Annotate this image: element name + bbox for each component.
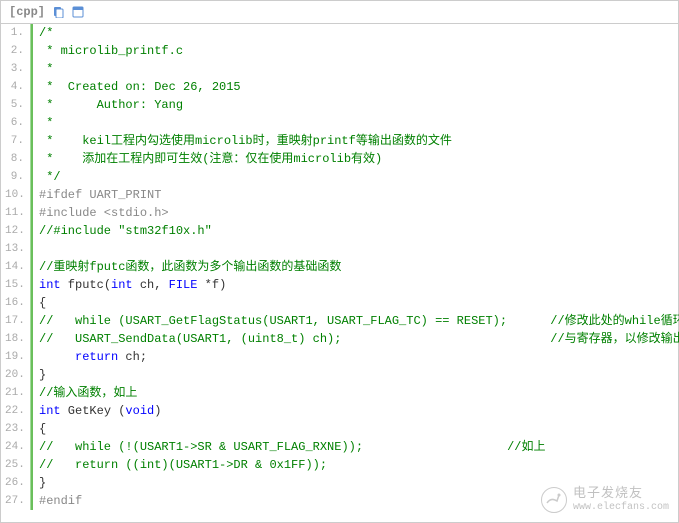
code-line: * 添加在工程内即可生效(注意：仅在使用microlib有效) [39, 150, 679, 168]
code-line: return ch; [39, 348, 679, 366]
line-number: 4. [5, 78, 24, 96]
code-line: * [39, 60, 679, 78]
code-line: } [39, 474, 679, 492]
header: [cpp] [1, 1, 678, 24]
code-content: /* * microlib_printf.c * * Created on: D… [31, 24, 679, 510]
line-number: 16. [5, 294, 24, 312]
code-line: #endif [39, 492, 679, 510]
code-line: * Created on: Dec 26, 2015 [39, 78, 679, 96]
line-number: 10. [5, 186, 24, 204]
code-line: //#include "stm32f10x.h" [39, 222, 679, 240]
code-line: * [39, 114, 679, 132]
line-number: 13. [5, 240, 24, 258]
line-gutter: 1.2.3.4.5.6.7.8.9.10.11.12.13.14.15.16.1… [1, 24, 31, 510]
code-line: #include <stdio.h> [39, 204, 679, 222]
line-number: 24. [5, 438, 24, 456]
code-line: #ifdef UART_PRINT [39, 186, 679, 204]
code-line: // while (!(USART1->SR & USART_FLAG_RXNE… [39, 438, 679, 456]
code-line: } [39, 366, 679, 384]
code-viewer: [cpp] 1.2.3.4.5.6.7.8.9.10.11.12.13.14.1… [0, 0, 679, 523]
code-line: int fputc(int ch, FILE *f) [39, 276, 679, 294]
line-number: 5. [5, 96, 24, 114]
language-tag: [cpp] [9, 5, 45, 19]
code-line: */ [39, 168, 679, 186]
code-line: // USART_SendData(USART1, (uint8_t) ch);… [39, 330, 679, 348]
line-number: 15. [5, 276, 24, 294]
line-number: 22. [5, 402, 24, 420]
code-line: //重映射fputc函数，此函数为多个输出函数的基础函数 [39, 258, 679, 276]
line-number: 3. [5, 60, 24, 78]
line-number: 12. [5, 222, 24, 240]
code-line: //输入函数，如上 [39, 384, 679, 402]
line-number: 17. [5, 312, 24, 330]
copy-icon[interactable] [51, 5, 65, 19]
line-number: 14. [5, 258, 24, 276]
code-line: // return ((int)(USART1->DR & 0x1FF)); [39, 456, 679, 474]
line-number: 26. [5, 474, 24, 492]
line-number: 23. [5, 420, 24, 438]
line-number: 18. [5, 330, 24, 348]
code-line [39, 240, 679, 258]
line-number: 8. [5, 150, 24, 168]
code-line: int GetKey (void) [39, 402, 679, 420]
code-line: { [39, 294, 679, 312]
line-number: 20. [5, 366, 24, 384]
code-line: * Author: Yang [39, 96, 679, 114]
line-number: 27. [5, 492, 24, 510]
code-line: * keil工程内勾选使用microlib时，重映射printf等输出函数的文件 [39, 132, 679, 150]
code-line: /* [39, 24, 679, 42]
code-area: 1.2.3.4.5.6.7.8.9.10.11.12.13.14.15.16.1… [1, 24, 678, 510]
code-line: // while (USART_GetFlagStatus(USART1, US… [39, 312, 679, 330]
line-number: 19. [5, 348, 24, 366]
line-number: 11. [5, 204, 24, 222]
view-icon[interactable] [71, 5, 85, 19]
line-number: 2. [5, 42, 24, 60]
line-number: 1. [5, 24, 24, 42]
line-number: 6. [5, 114, 24, 132]
line-number: 25. [5, 456, 24, 474]
line-number: 21. [5, 384, 24, 402]
line-number: 7. [5, 132, 24, 150]
code-line: * microlib_printf.c [39, 42, 679, 60]
line-number: 9. [5, 168, 24, 186]
code-line: { [39, 420, 679, 438]
